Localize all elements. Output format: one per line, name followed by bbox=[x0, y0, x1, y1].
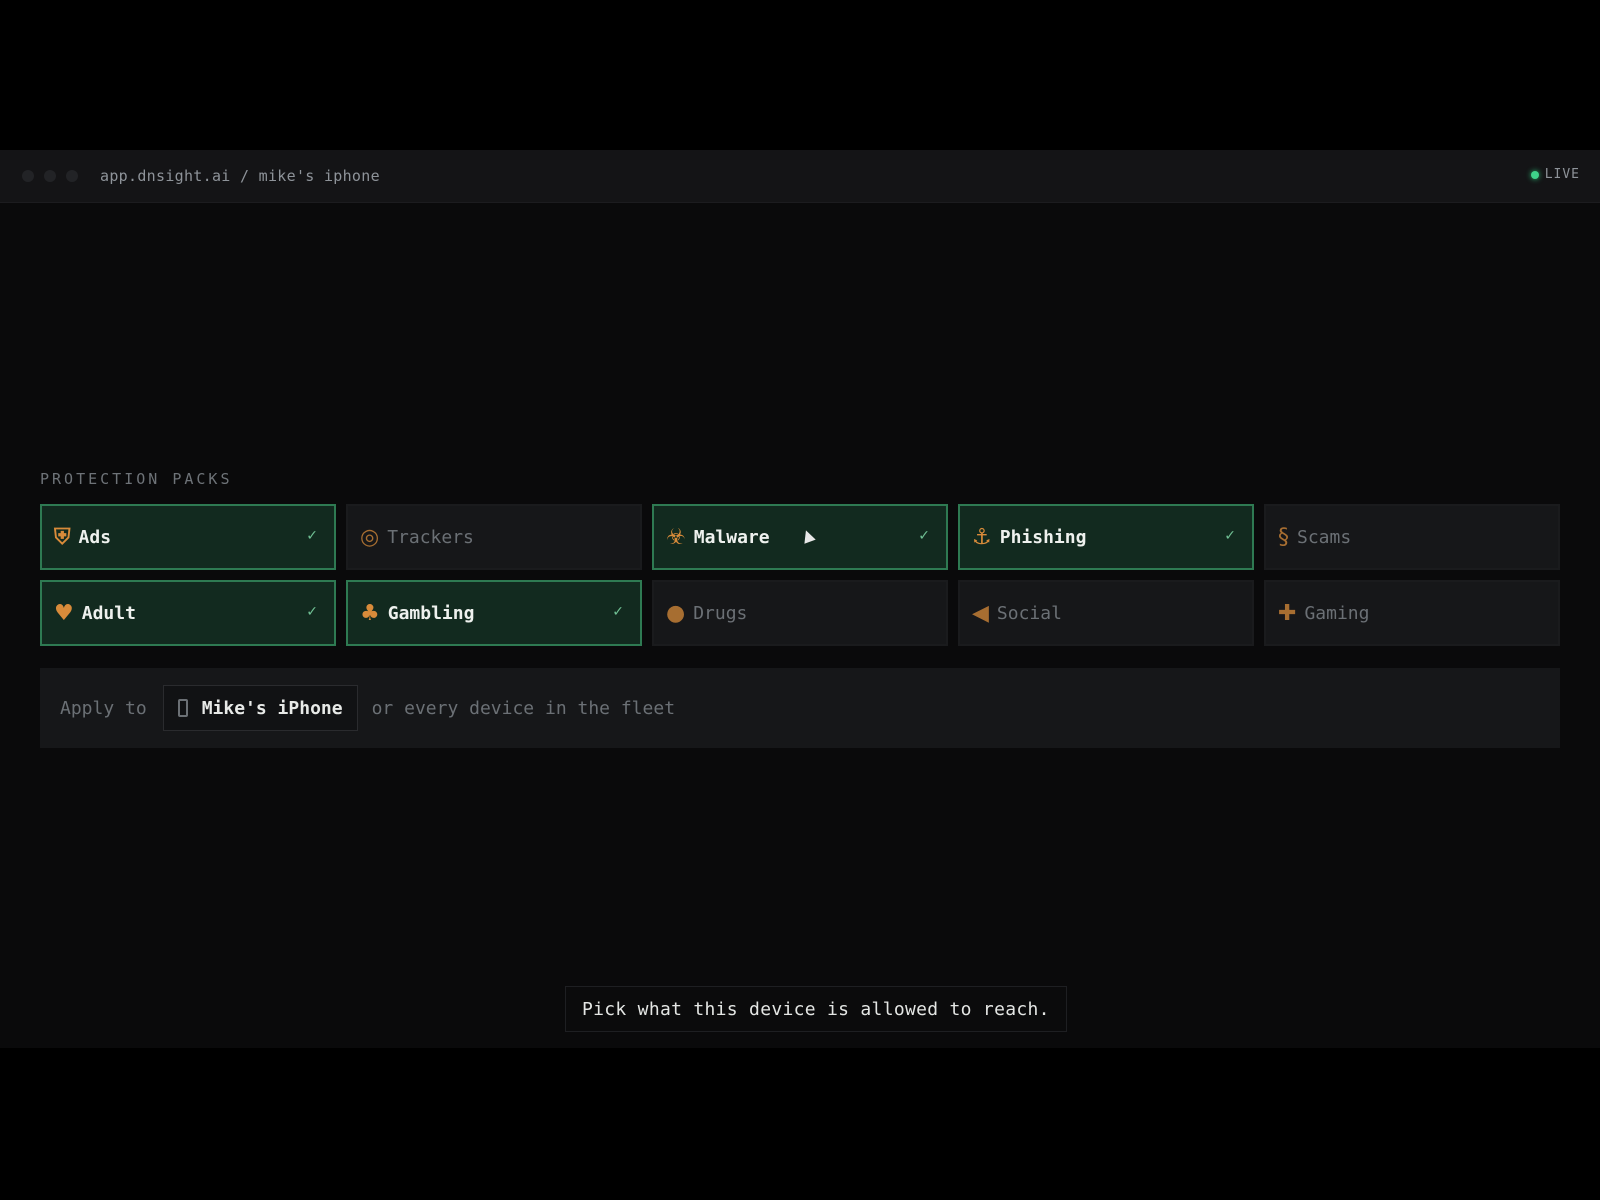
caption-tooltip: Pick what this device is allowed to reac… bbox=[565, 986, 1067, 1032]
slot-machine-icon: ♣ bbox=[360, 600, 380, 626]
target-icon: ◎ bbox=[360, 524, 380, 550]
pack-adult[interactable]: ♥ Adult ✓ bbox=[40, 580, 336, 646]
live-indicator: LIVE bbox=[1530, 167, 1580, 182]
protection-packs-grid: ⛨ Ads ✓ ◎ Trackers ☣ Malware ✓ ⚓ Phishing ✓ § Scams ♥… bbox=[40, 504, 1560, 646]
device-name: Mike's iPhone bbox=[201, 697, 343, 719]
section-title: PROTECTION PACKS bbox=[40, 470, 233, 488]
apply-to-bar: Apply to Mike's iPhone or every device i… bbox=[40, 668, 1560, 748]
check-icon: ✓ bbox=[306, 604, 318, 620]
title-bar: app.dnsight.ai / mike's iphone LIVE bbox=[0, 150, 1600, 203]
check-icon: ✓ bbox=[306, 528, 318, 544]
pill-icon: ● bbox=[666, 600, 686, 626]
device-selector[interactable]: Mike's iPhone bbox=[162, 685, 358, 731]
minimize-window-button[interactable] bbox=[44, 170, 56, 182]
pack-malware[interactable]: ☣ Malware ✓ bbox=[652, 504, 948, 570]
window-controls bbox=[22, 170, 78, 182]
pack-label: Trackers bbox=[387, 526, 474, 548]
check-icon: ✓ bbox=[918, 528, 930, 544]
pack-label: Gambling bbox=[387, 602, 475, 624]
app-window: app.dnsight.ai / mike's iphone LIVE PROT… bbox=[0, 150, 1600, 1048]
pack-scams[interactable]: § Scams bbox=[1264, 504, 1560, 570]
shield-icon: ⛨ bbox=[54, 524, 71, 550]
url-breadcrumb: app.dnsight.ai / mike's iphone bbox=[100, 167, 380, 185]
pack-gambling[interactable]: ♣ Gambling ✓ bbox=[346, 580, 642, 646]
fishing-icon: ⚓ bbox=[972, 524, 992, 550]
pack-drugs[interactable]: ● Drugs bbox=[652, 580, 948, 646]
close-window-button[interactable] bbox=[22, 170, 34, 182]
adult-icon: ♥ bbox=[54, 600, 74, 626]
apply-prefix: Apply to bbox=[60, 697, 147, 719]
megaphone-icon: ◀ bbox=[972, 600, 989, 626]
snake-icon: § bbox=[1278, 524, 1289, 550]
pack-gaming[interactable]: ✚ Gaming bbox=[1264, 580, 1560, 646]
check-icon: ✓ bbox=[1224, 528, 1236, 544]
screen: app.dnsight.ai / mike's iphone LIVE PROT… bbox=[0, 0, 1600, 1200]
biohazard-icon: ☣ bbox=[666, 524, 686, 550]
pack-label: Drugs bbox=[693, 602, 748, 624]
pack-label: Scams bbox=[1297, 526, 1352, 548]
pack-label: Phishing bbox=[999, 526, 1087, 548]
pack-ads[interactable]: ⛨ Ads ✓ bbox=[40, 504, 336, 570]
pack-label: Malware bbox=[693, 526, 770, 548]
gamepad-icon: ✚ bbox=[1278, 600, 1297, 626]
pack-trackers[interactable]: ◎ Trackers bbox=[346, 504, 642, 570]
apply-suffix: or every device in the fleet bbox=[371, 697, 676, 719]
maximize-window-button[interactable] bbox=[66, 170, 78, 182]
pack-label: Gaming bbox=[1304, 602, 1370, 624]
pack-label: Ads bbox=[78, 526, 112, 548]
phone-icon bbox=[177, 699, 188, 717]
pack-phishing[interactable]: ⚓ Phishing ✓ bbox=[958, 504, 1254, 570]
check-icon: ✓ bbox=[612, 604, 624, 620]
live-label: LIVE bbox=[1544, 167, 1580, 182]
pack-label: Social bbox=[996, 602, 1062, 624]
live-dot-icon bbox=[1530, 170, 1539, 179]
pack-label: Adult bbox=[81, 602, 136, 624]
pack-social[interactable]: ◀ Social bbox=[958, 580, 1254, 646]
